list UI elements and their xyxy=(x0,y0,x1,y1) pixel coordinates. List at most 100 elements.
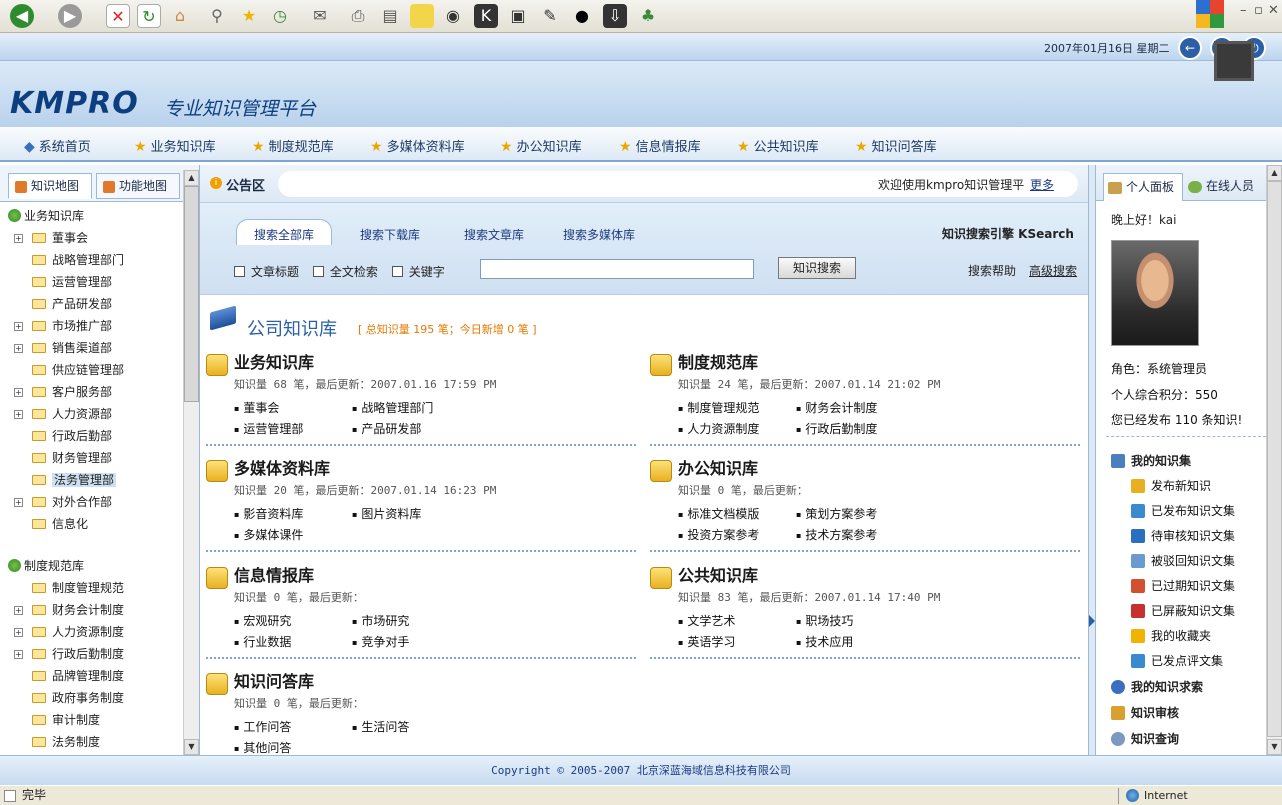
edit-icon[interactable]: ▤ xyxy=(378,4,402,28)
tree-node[interactable]: 供应链管理部 xyxy=(32,360,124,380)
knowledge-menu-item[interactable]: 待审核知识文集 xyxy=(1131,527,1235,544)
section-link[interactable]: 投资方案参考 xyxy=(678,526,759,543)
minimize-icon[interactable]: – xyxy=(1240,3,1247,18)
nav-office[interactable]: ★ 办公知识库 xyxy=(500,136,582,155)
tree-node[interactable]: + 市场推广部 xyxy=(14,316,112,336)
restore-icon[interactable]: ▫ xyxy=(1254,3,1263,18)
tree-node[interactable]: 法务管理部 xyxy=(32,470,117,490)
section-link[interactable]: 市场研究 xyxy=(352,612,409,629)
search-tab-article[interactable]: 搜索文章库 xyxy=(464,226,524,243)
stop-icon[interactable]: ✕ xyxy=(106,4,130,28)
expand-icon[interactable]: + xyxy=(14,322,23,331)
tree-node[interactable]: 产品研发部 xyxy=(32,294,112,314)
scroll-thumb[interactable] xyxy=(1267,181,1282,737)
home-icon[interactable]: ⌂ xyxy=(168,4,192,28)
tool-icon[interactable]: ✎ xyxy=(538,4,562,28)
tree-node[interactable]: + 董事会 xyxy=(14,228,88,248)
section-link[interactable]: 策划方案参考 xyxy=(796,505,877,522)
history-icon[interactable]: ◷ xyxy=(268,4,292,28)
tree-node[interactable]: 政府事务制度 xyxy=(32,688,124,708)
knowledge-requests[interactable]: 我的知识求索 xyxy=(1111,678,1203,695)
tab-online-users[interactable]: 在线人员 xyxy=(1184,173,1270,201)
expand-icon[interactable]: + xyxy=(14,628,23,637)
section-link[interactable]: 技术方案参考 xyxy=(796,526,877,543)
scroll-thumb[interactable] xyxy=(184,186,199,402)
scroll-up-icon[interactable]: ▲ xyxy=(1267,165,1282,181)
tree-node[interactable]: 法务制度 xyxy=(32,732,100,752)
nav-qa[interactable]: ★ 知识问答库 xyxy=(855,136,937,155)
fulltext-checkbox[interactable] xyxy=(312,266,324,277)
section-link[interactable]: 文学艺术 xyxy=(678,612,735,629)
section-title[interactable]: 制度规范库 xyxy=(678,349,758,373)
section-link[interactable]: 产品研发部 xyxy=(352,420,421,437)
download-icon[interactable]: ⇩ xyxy=(603,4,627,28)
section-link[interactable]: 工作问答 xyxy=(234,718,291,735)
tree-node[interactable]: 审计制度 xyxy=(32,710,100,730)
nav-multimedia[interactable]: ★ 多媒体资料库 xyxy=(370,136,465,155)
notes-icon[interactable] xyxy=(410,4,434,28)
tab-personal-panel[interactable]: 个人面板 xyxy=(1103,173,1183,201)
tree-node[interactable]: + 销售渠道部 xyxy=(14,338,112,358)
section-link[interactable]: 图片资料库 xyxy=(352,505,421,522)
tree-node[interactable]: + 人力资源部 xyxy=(14,404,112,424)
tree-node[interactable]: + 对外合作部 xyxy=(14,492,112,512)
section-link[interactable]: 财务会计制度 xyxy=(796,399,877,416)
tree-scrollbar[interactable]: ▲ ▼ xyxy=(183,170,199,755)
knowledge-menu-item[interactable]: 我的收藏夹 xyxy=(1131,627,1211,644)
tree-node[interactable]: + 行政后勤制度 xyxy=(14,644,124,664)
section-title[interactable]: 业务知识库 xyxy=(234,349,314,373)
qq-icon[interactable]: ● xyxy=(570,4,594,28)
section-link[interactable]: 董事会 xyxy=(234,399,279,416)
title-checkbox[interactable] xyxy=(234,266,245,277)
knowledge-menu-item[interactable]: 已发点评文集 xyxy=(1131,652,1223,669)
tree-node[interactable]: + 客户服务部 xyxy=(14,382,112,402)
mail-icon[interactable]: ✉ xyxy=(308,4,332,28)
scroll-down-icon[interactable]: ▼ xyxy=(1267,739,1282,755)
expand-icon[interactable]: + xyxy=(14,344,23,353)
advanced-search-link[interactable]: 高级搜索 xyxy=(1029,262,1077,279)
section-link[interactable]: 多媒体课件 xyxy=(234,526,303,543)
section-title[interactable]: 知识问答库 xyxy=(234,668,314,692)
knowledge-menu-item[interactable]: 发布新知识 xyxy=(1131,477,1211,494)
tree-node[interactable]: 运营管理部 xyxy=(32,272,112,292)
section-link[interactable]: 竞争对手 xyxy=(352,633,409,650)
splitter-arrow-icon[interactable] xyxy=(1089,615,1095,627)
expand-icon[interactable]: + xyxy=(14,410,23,419)
nav-back-icon[interactable]: ← xyxy=(1178,36,1202,60)
my-knowledge-header[interactable]: 我的知识集 xyxy=(1111,452,1191,469)
search-help-link[interactable]: 搜索帮助 xyxy=(968,262,1016,279)
tree-root[interactable]: 制度规范库 xyxy=(8,556,84,576)
knowledge-menu-item[interactable]: 已过期知识文集 xyxy=(1131,577,1235,594)
tab-function-map[interactable]: 功能地图 xyxy=(96,173,180,199)
section-title[interactable]: 多媒体资料库 xyxy=(234,455,330,479)
search-tab-multimedia[interactable]: 搜索多媒体库 xyxy=(563,226,635,243)
section-link[interactable]: 技术应用 xyxy=(796,633,853,650)
section-title[interactable]: 公共知识库 xyxy=(678,562,758,586)
search-icon[interactable]: ⚲ xyxy=(205,4,229,28)
refresh-icon[interactable]: ↻ xyxy=(137,4,161,28)
section-link[interactable]: 标准文档模版 xyxy=(678,505,759,522)
search-tab-download[interactable]: 搜索下载库 xyxy=(360,226,420,243)
right-scrollbar[interactable]: ▲ ▼ xyxy=(1266,165,1282,755)
card-icon[interactable]: ▣ xyxy=(506,4,530,28)
knowledge-menu-item[interactable]: 已发布知识文集 xyxy=(1131,502,1235,519)
nav-policy[interactable]: ★ 制度规范库 xyxy=(252,136,334,155)
favorites-icon[interactable]: ★ xyxy=(237,4,261,28)
tree-node[interactable]: 制度管理规范 xyxy=(32,578,124,598)
forward-icon[interactable]: ▶ xyxy=(58,4,82,28)
k-icon[interactable]: K xyxy=(474,4,498,28)
close-icon[interactable]: ✕ xyxy=(1268,3,1279,18)
scroll-up-icon[interactable]: ▲ xyxy=(184,170,199,186)
expand-icon[interactable]: + xyxy=(14,606,23,615)
search-tab-all[interactable]: 搜索全部库 xyxy=(254,226,314,243)
scroll-down-icon[interactable]: ▼ xyxy=(184,739,199,755)
nav-intel[interactable]: ★ 信息情报库 xyxy=(619,136,701,155)
section-link[interactable]: 行政后勤制度 xyxy=(796,420,877,437)
nav-public[interactable]: ★ 公共知识库 xyxy=(737,136,819,155)
game-icon[interactable]: ◉ xyxy=(441,4,465,28)
section-link[interactable]: 生活问答 xyxy=(352,718,409,735)
tree-node[interactable]: 战略管理部门 xyxy=(32,250,124,270)
section-link[interactable]: 制度管理规范 xyxy=(678,399,759,416)
tree-node[interactable]: + 财务会计制度 xyxy=(14,600,124,620)
section-link[interactable]: 其他问答 xyxy=(234,739,291,756)
